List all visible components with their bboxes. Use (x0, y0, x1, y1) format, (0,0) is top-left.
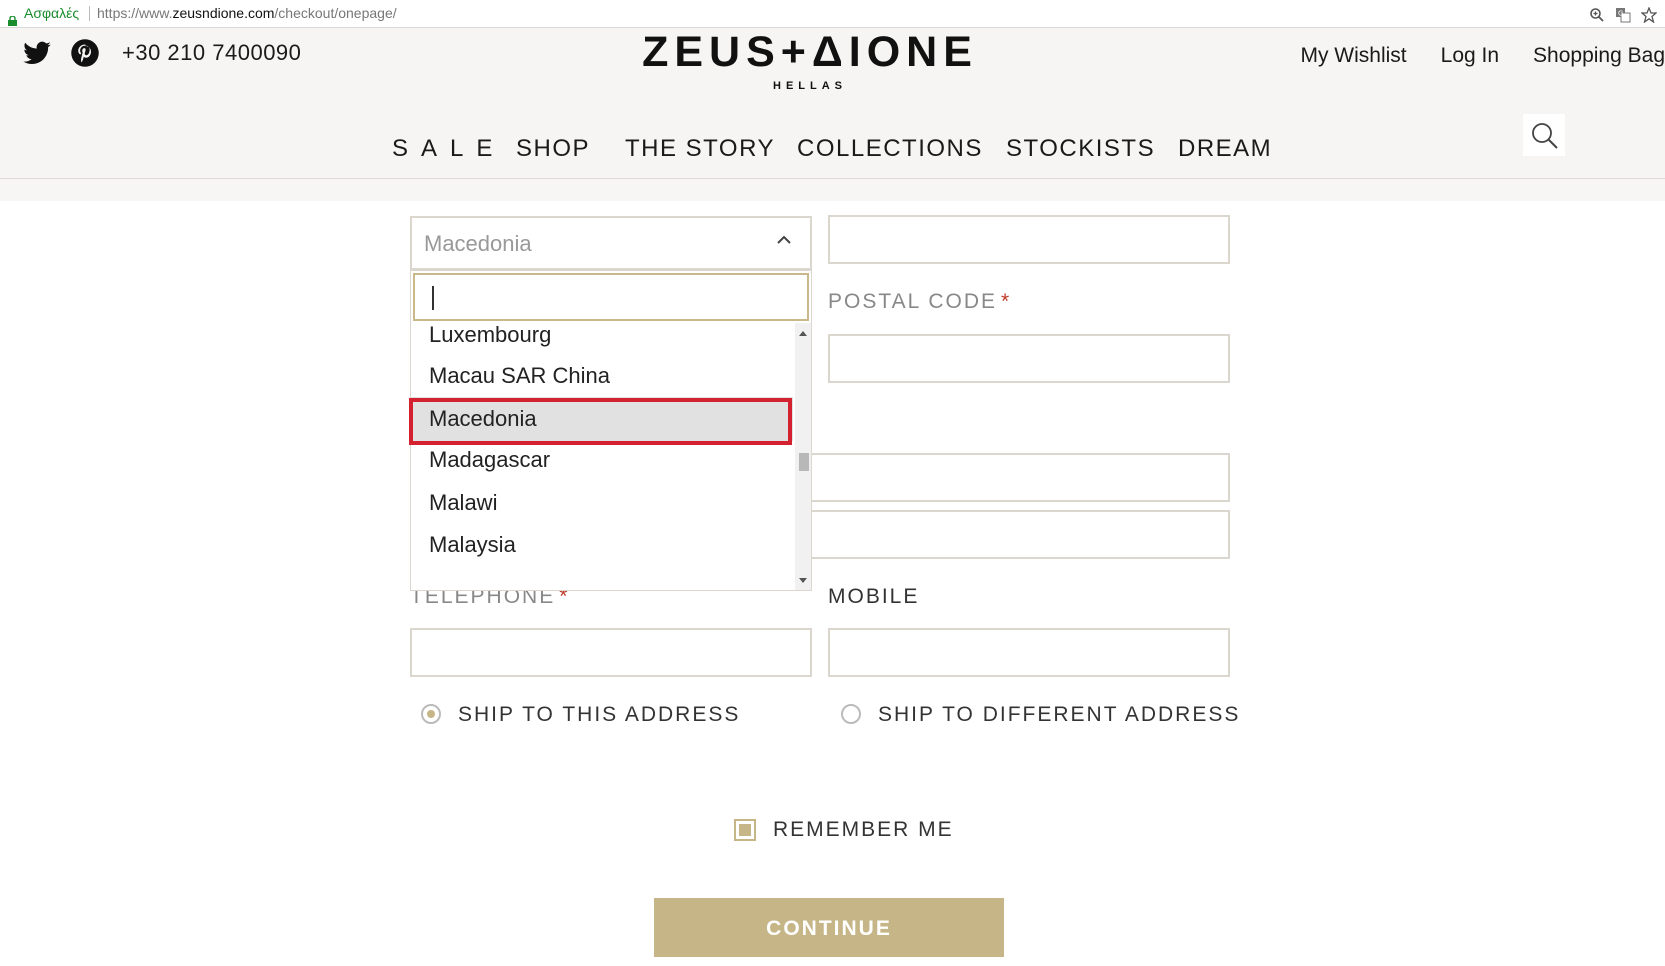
remember-me-checkbox[interactable] (734, 819, 756, 841)
content-top-strip (0, 179, 1665, 201)
postal-code-input[interactable] (828, 334, 1230, 383)
dropdown-search-input[interactable] (413, 273, 809, 321)
address-input-1[interactable] (790, 453, 1230, 502)
nav-collections[interactable]: COLLECTIONS (797, 126, 983, 172)
ship-to-different-address-label[interactable]: SHIP TO DIFFERENT ADDRESS (878, 703, 1240, 727)
site-logo[interactable]: ZEUS+ΔIONE HELLAS (600, 28, 1020, 92)
logo-subtitle: HELLAS (773, 80, 847, 92)
dropdown-option[interactable]: Malawi (411, 481, 793, 525)
region-input[interactable] (828, 215, 1230, 264)
telephone-input[interactable] (410, 628, 812, 677)
separator (89, 6, 90, 21)
dropdown-option[interactable]: Malaysia (411, 523, 793, 567)
country-select-value: Macedonia (424, 231, 532, 256)
search-icon (1532, 123, 1558, 149)
zoom-icon[interactable] (1589, 5, 1605, 22)
browser-address-bar[interactable]: Ασφαλές https://www.zeusndione.com/check… (0, 0, 1665, 28)
nav-stockists[interactable]: STOCKISTS (1006, 126, 1155, 172)
country-select[interactable]: Macedonia (410, 216, 812, 270)
nav-the-story[interactable]: THE STORY (625, 126, 775, 172)
continue-button[interactable]: CONTINUE (654, 898, 1004, 957)
bookmark-star-icon[interactable] (1640, 5, 1658, 24)
postal-code-label: POSTAL CODE * (828, 290, 1012, 313)
twitter-icon[interactable] (22, 38, 52, 68)
dropdown-option[interactable]: Macau SAR China (411, 354, 793, 398)
dropdown-scrollbar[interactable] (795, 323, 811, 590)
nav-sale[interactable]: SALE (392, 126, 505, 172)
site-header: +30 210 7400090 ZEUS+ΔIONE HELLAS My Wis… (0, 28, 1665, 179)
main-nav: SALE SHOP THE STORY COLLECTIONS STOCKIST… (0, 126, 1665, 176)
dropdown-option[interactable]: Luxembourg (411, 323, 793, 357)
social-links: +30 210 7400090 (22, 38, 301, 68)
logo-wordmark: ZEUS+ΔIONE (642, 28, 978, 76)
address-input-2[interactable] (790, 510, 1230, 559)
secure-label: Ασφαλές (24, 5, 80, 21)
wishlist-link[interactable]: My Wishlist (1300, 44, 1406, 68)
ship-to-this-address-label[interactable]: SHIP TO THIS ADDRESS (458, 703, 740, 727)
pinterest-icon[interactable] (70, 38, 100, 68)
url-text[interactable]: https://www.zeusndione.com/checkout/onep… (97, 0, 397, 27)
scrollbar-thumb[interactable] (799, 453, 809, 471)
scroll-down-arrow-icon[interactable] (799, 578, 807, 583)
chevron-up-icon[interactable] (776, 232, 792, 248)
ship-to-different-address-radio[interactable] (841, 704, 861, 724)
account-links: My Wishlist Log In Shopping Bag (1300, 44, 1665, 68)
shopping-bag-link[interactable]: Shopping Bag (1533, 44, 1665, 68)
login-link[interactable]: Log In (1441, 44, 1499, 68)
dropdown-options-list: Luxembourg Macau SAR China Macedonia Mad… (411, 323, 793, 590)
nav-dream[interactable]: DREAM (1178, 126, 1272, 172)
lock-icon (8, 8, 17, 26)
phone-number[interactable]: +30 210 7400090 (122, 40, 301, 66)
scroll-up-arrow-icon[interactable] (799, 331, 807, 336)
nav-shop[interactable]: SHOP (516, 126, 590, 172)
remember-me-label[interactable]: REMEMBER ME (773, 818, 954, 842)
search-button[interactable] (1523, 114, 1565, 156)
browser-tools: G (1589, 5, 1658, 24)
mobile-label: MOBILE (828, 585, 920, 608)
selected-option-highlight-box (409, 398, 792, 445)
translate-icon[interactable]: G (1615, 5, 1631, 23)
text-caret (432, 286, 434, 310)
mobile-input[interactable] (828, 628, 1230, 677)
svg-text:G: G (1618, 10, 1623, 18)
ship-to-this-address-radio[interactable] (421, 704, 441, 724)
